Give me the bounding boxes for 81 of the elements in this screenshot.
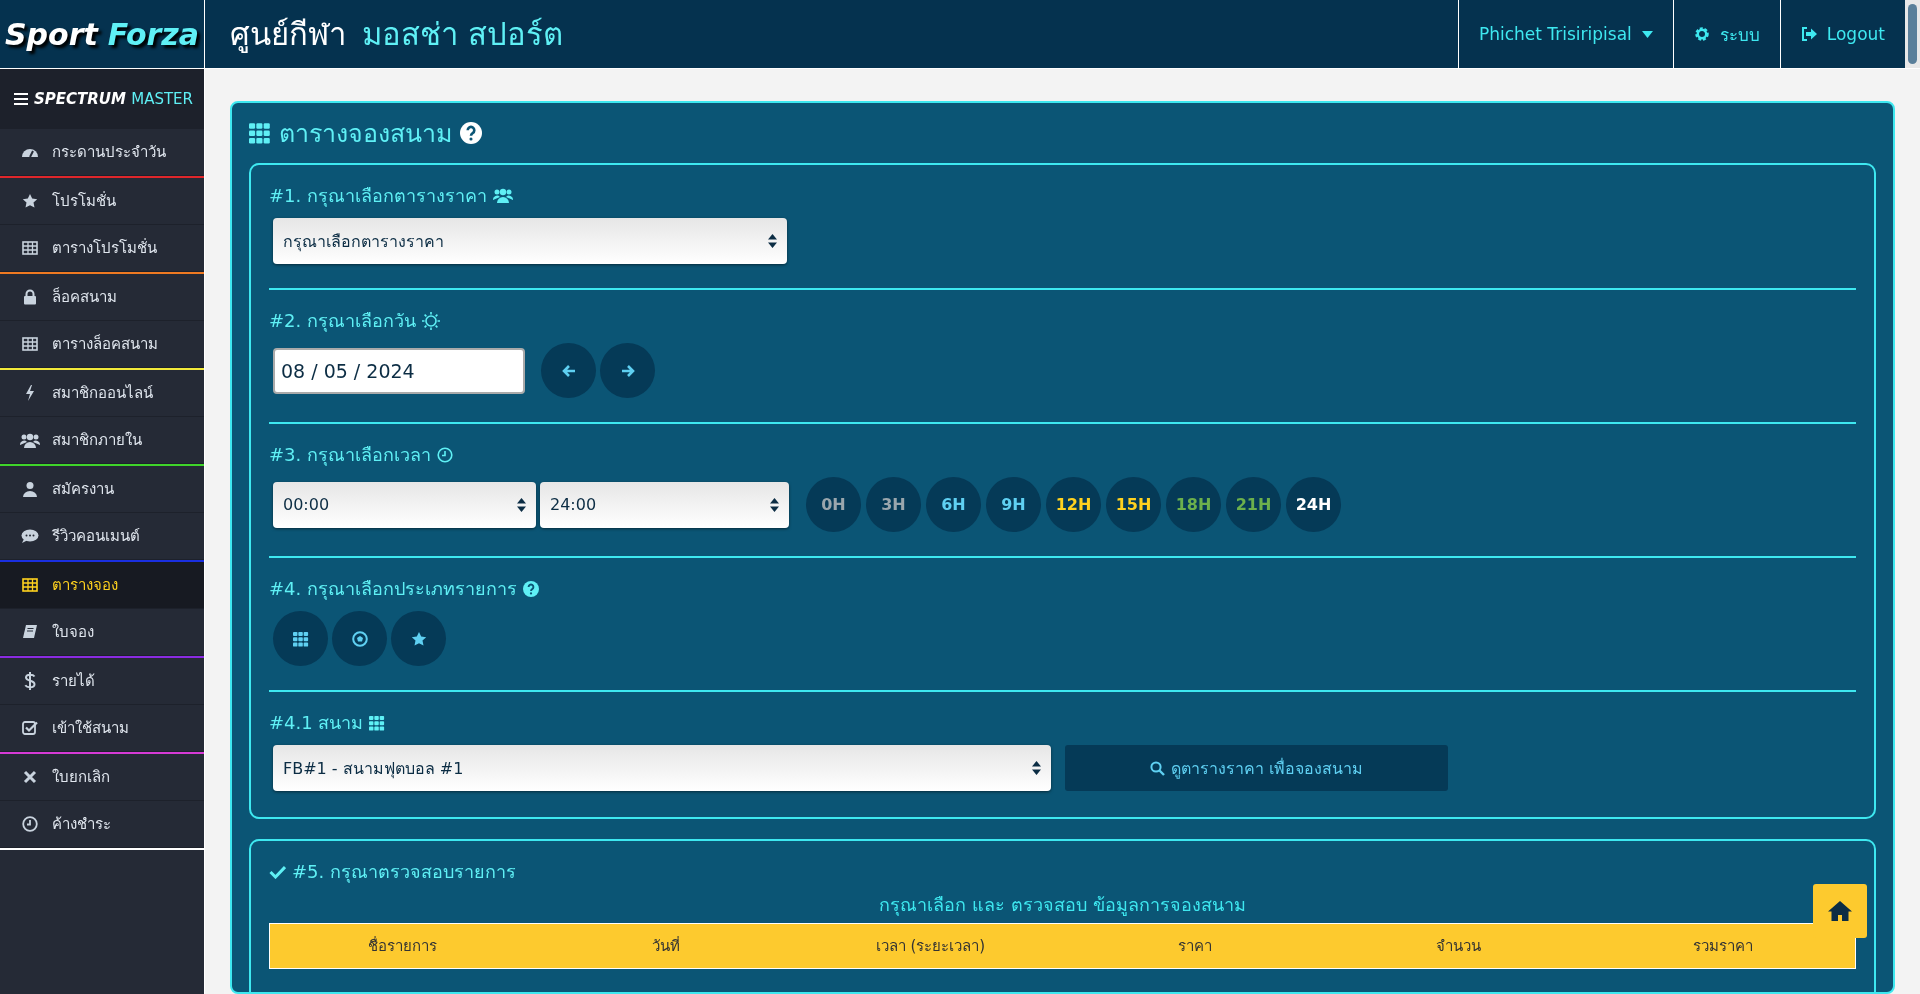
arrow-right-icon <box>620 364 635 377</box>
close-icon <box>23 770 37 784</box>
hour-button[interactable]: 21H <box>1226 477 1281 532</box>
sort-arrows-icon <box>1032 761 1041 775</box>
sort-arrows-icon <box>770 497 779 512</box>
user-menu[interactable]: Phichet Trisiripisal <box>1457 0 1673 68</box>
hour-button[interactable]: 15H <box>1106 477 1161 532</box>
caret-icon <box>1641 30 1653 38</box>
sidebar-item[interactable]: รายได้ <box>0 658 204 705</box>
search-icon <box>1149 760 1165 776</box>
hour-button[interactable]: 24H <box>1286 477 1341 532</box>
scrollbar[interactable] <box>1905 0 1920 68</box>
panel-title: ตารางจองสนาม <box>279 118 452 150</box>
start-time-select[interactable]: 00:00 <box>273 481 536 528</box>
sidebar-header: SPECTRUM MASTER <box>0 69 204 129</box>
arrow-left-icon <box>561 364 576 377</box>
home-button[interactable] <box>1813 884 1867 938</box>
column-header: วันที่ <box>651 935 682 957</box>
hour-button[interactable]: 3H <box>866 477 921 532</box>
settings-menu[interactable]: ระบบ <box>1672 0 1780 68</box>
hour-button[interactable]: 12H <box>1046 477 1101 532</box>
section-label: #5. กรุณาตรวจสอบรายการ <box>292 860 516 885</box>
hour-button[interactable]: 0H <box>806 477 861 532</box>
center-subtitle: มอสช่า สปอร์ต <box>362 15 563 54</box>
column-header: จำนวน <box>1435 936 1483 957</box>
column-header: ชื่อรายการ <box>366 935 438 957</box>
view-price-button[interactable]: ดูตารางราคา เพื่อจองสนาม <box>1065 745 1448 791</box>
sidebar-item[interactable]: ล็อคสนาม <box>0 274 204 321</box>
sidebar-item[interactable]: โปรโมชั่น <box>0 178 204 225</box>
lightning-icon <box>25 385 35 401</box>
star-icon <box>22 193 38 209</box>
grid-icon <box>369 714 386 731</box>
settings-icon <box>1693 26 1710 42</box>
hour-button[interactable]: 9H <box>986 477 1041 532</box>
clock-icon <box>22 816 38 832</box>
lock-icon <box>23 289 37 305</box>
center-name: ศูนย์กีฬา <box>230 15 346 55</box>
sidebar-item[interactable]: ตารางจอง <box>0 562 204 609</box>
sidebar-item[interactable]: สมาชิกออนไลน์ <box>0 370 204 417</box>
review-subtitle: กรุณาเลือก และ ตรวจสอบ ข้อมูลการจองสนาม <box>879 893 1246 918</box>
grid-icon <box>249 122 271 144</box>
clock-icon <box>437 446 453 463</box>
help-icon <box>460 122 482 144</box>
field-select[interactable]: FB#1 - สนามฟุตบอล #1 <box>273 745 1051 791</box>
section-label: #1. กรุณาเลือกตารางราคา <box>269 184 487 209</box>
checkbox-icon <box>22 720 38 736</box>
logout-icon <box>1800 27 1817 41</box>
column-header: รวมราคา <box>1691 936 1754 957</box>
check-icon <box>269 864 286 879</box>
table-icon <box>22 241 38 255</box>
dollar-icon <box>24 672 36 690</box>
date-field[interactable]: 08 / 05 / 2024 <box>273 347 525 394</box>
end-time-select[interactable]: 24:00 <box>540 481 789 528</box>
book-icon <box>22 624 38 640</box>
section-label: #3. กรุณาเลือกเวลา <box>269 443 431 468</box>
ball-icon <box>351 630 368 647</box>
sidebar-item[interactable]: ใบยกเลิก <box>0 754 204 801</box>
sun-icon <box>422 311 440 330</box>
table-icon <box>22 337 38 351</box>
section-label: #4. กรุณาเลือกประเภทรายการ <box>269 577 517 602</box>
hour-button[interactable]: 18H <box>1166 477 1221 532</box>
hour-button[interactable]: 6H <box>926 477 981 532</box>
help-icon <box>523 580 539 597</box>
section-label: #2. กรุณาเลือกวัน <box>269 309 416 334</box>
sort-arrows-icon <box>517 497 526 512</box>
users-icon <box>20 432 40 448</box>
home-icon <box>1827 900 1853 922</box>
comment-icon <box>21 528 39 544</box>
star-icon <box>410 630 427 647</box>
menu-icon[interactable] <box>14 93 28 105</box>
users-icon <box>493 188 513 203</box>
user-icon <box>22 481 38 497</box>
price-table-select[interactable]: กรุณาเลือกตารางราคา <box>273 218 787 264</box>
table-icon <box>22 578 38 592</box>
grid-icon <box>292 630 309 647</box>
column-header: ราคา <box>1176 936 1213 957</box>
column-header: เวลา (ระยะเวลา) <box>874 936 987 957</box>
brand-logo[interactable]: Sport Forza <box>0 0 205 68</box>
sidebar-item[interactable]: สมัครงาน <box>0 466 204 513</box>
section-label: #4.1 สนาม <box>269 711 364 735</box>
sort-arrows-icon <box>768 234 777 248</box>
